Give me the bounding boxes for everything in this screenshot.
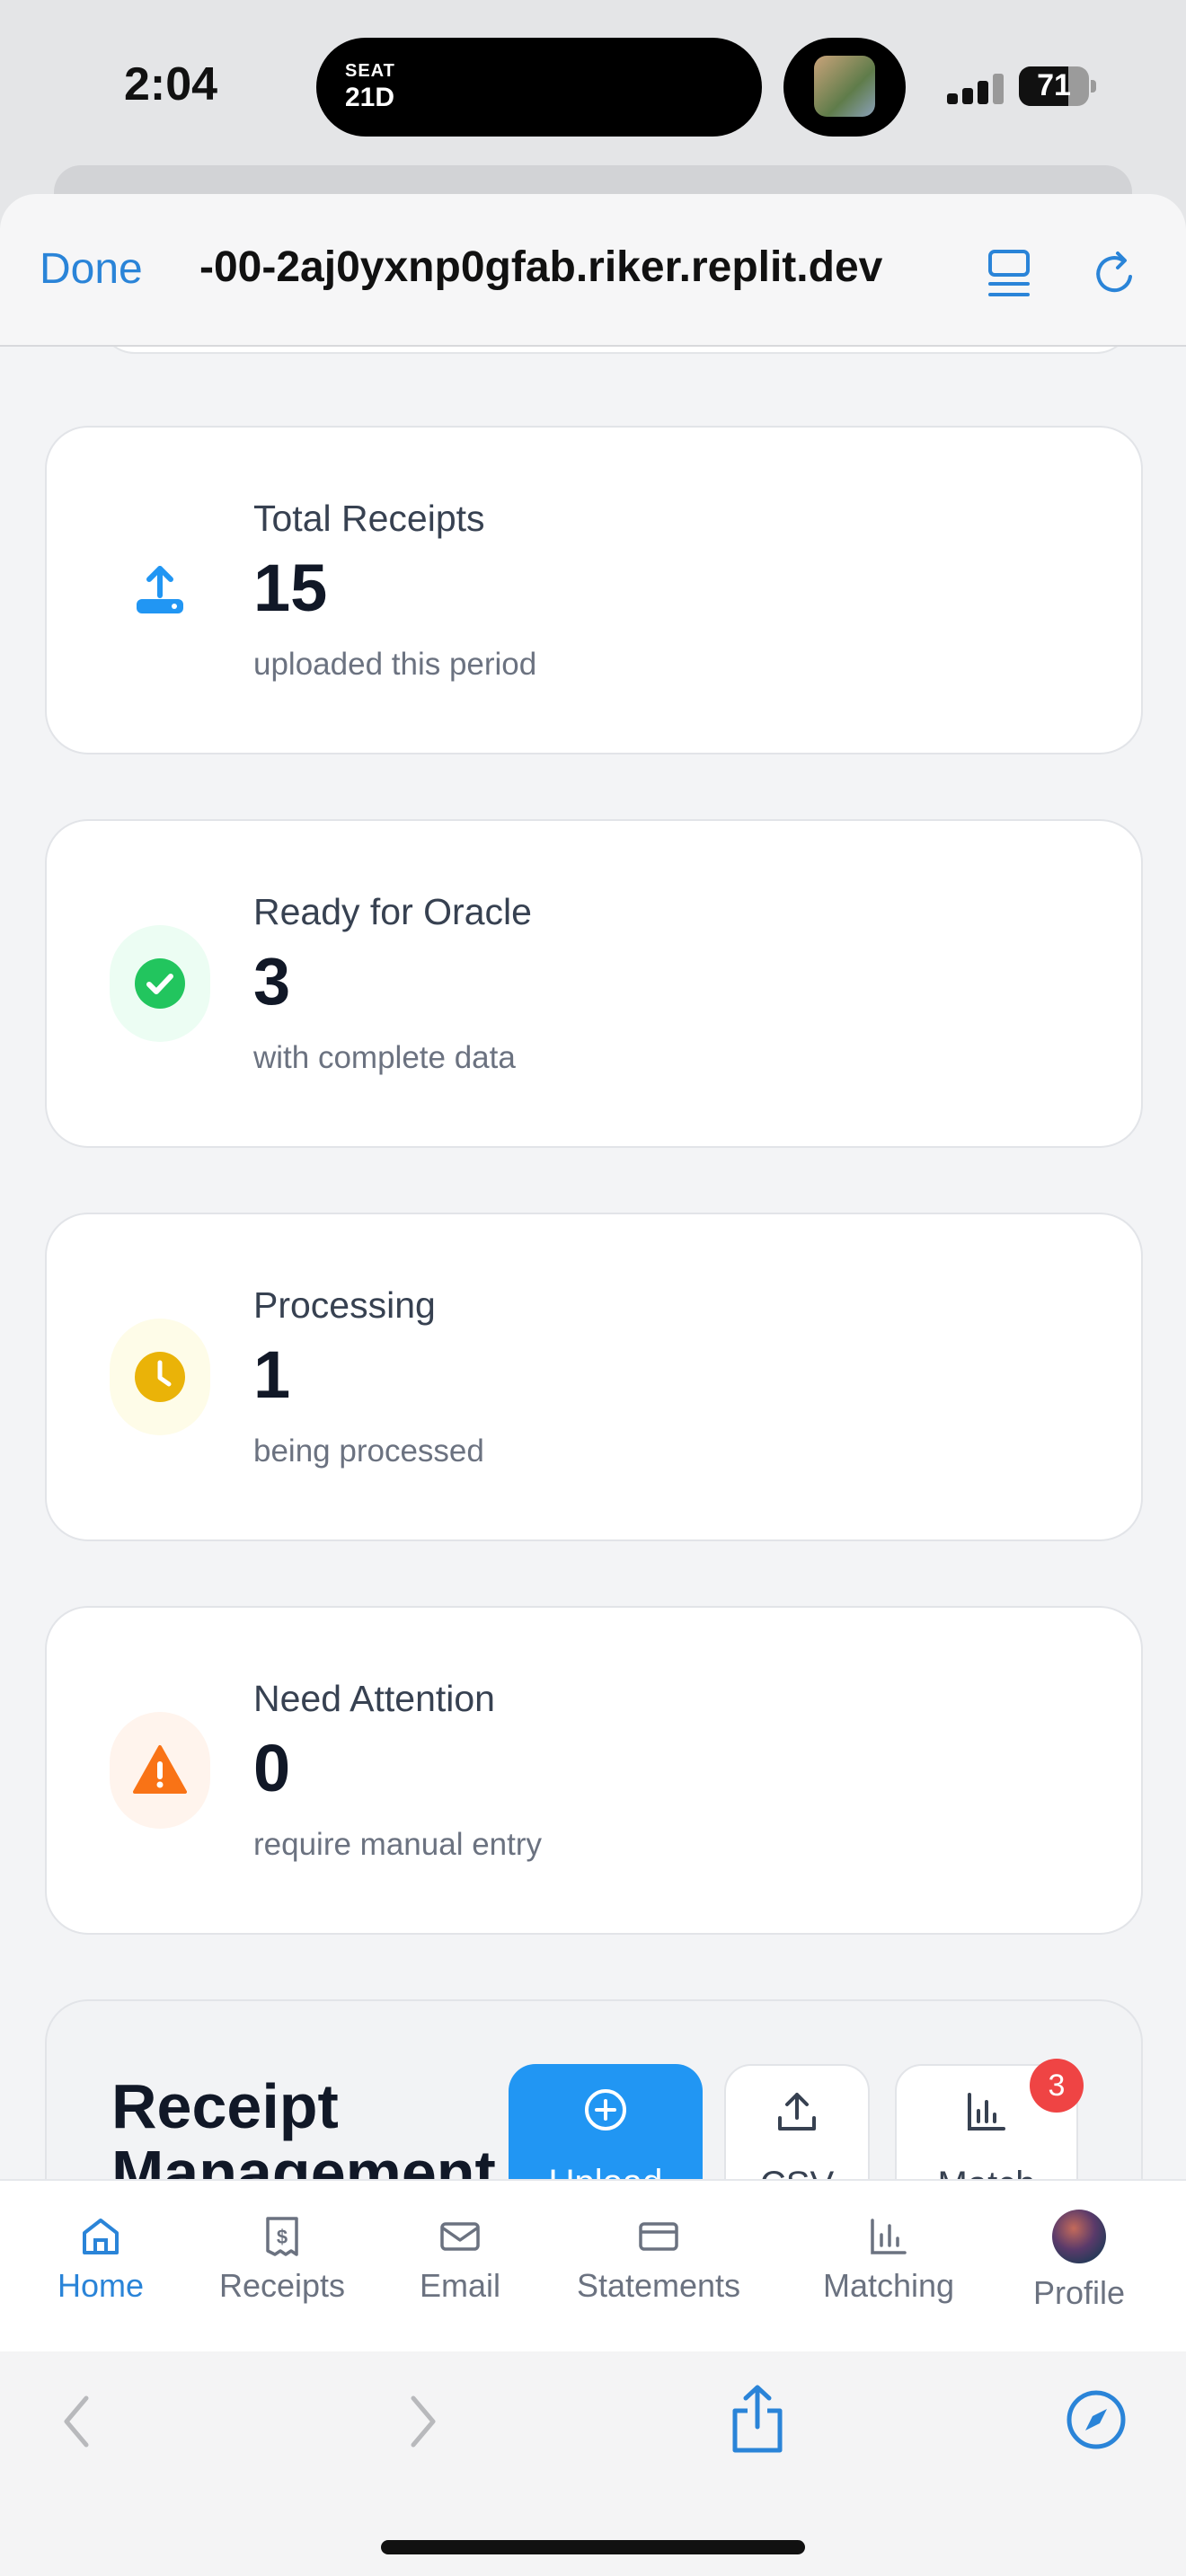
mail-icon bbox=[440, 2222, 480, 2251]
stat-subtitle: require manual entry bbox=[253, 1827, 542, 1862]
browser-header: Done -00-2aj0yxnp0gfab.riker.replit.dev bbox=[0, 194, 1186, 347]
stat-card-ready-for-oracle[interactable]: Ready for Oracle 3 with complete data bbox=[45, 819, 1143, 1148]
done-button[interactable]: Done bbox=[40, 244, 143, 294]
home-indicator[interactable] bbox=[381, 2540, 805, 2554]
stat-value: 15 bbox=[253, 551, 328, 625]
status-time: 2:04 bbox=[124, 58, 218, 110]
tab-email[interactable]: Email bbox=[406, 2215, 514, 2305]
tab-statements[interactable]: Statements bbox=[561, 2215, 757, 2305]
stat-value: 0 bbox=[253, 1731, 291, 1805]
tab-matching[interactable]: Matching bbox=[805, 2215, 972, 2305]
stat-subtitle: uploaded this period bbox=[253, 647, 537, 682]
tab-home[interactable]: Home bbox=[47, 2215, 155, 2305]
upload-button[interactable]: Upload bbox=[509, 2064, 703, 2179]
status-bar: 2:04 SEAT 21D 71 bbox=[0, 0, 1186, 180]
page-content[interactable]: Total Receipts 15 uploaded this period R… bbox=[0, 347, 1186, 2179]
stat-card-total-receipts[interactable]: Total Receipts 15 uploaded this period bbox=[45, 426, 1143, 754]
cellular-signal-icon bbox=[947, 74, 1005, 104]
home-icon bbox=[83, 2219, 119, 2254]
stat-card-processing[interactable]: Processing 1 being processed bbox=[45, 1213, 1143, 1541]
stat-value: 3 bbox=[253, 944, 291, 1019]
warning-icon-wrap bbox=[110, 1712, 210, 1829]
match-count-badge: 3 bbox=[1030, 2059, 1084, 2113]
upload-label: Upload bbox=[509, 2163, 703, 2179]
live-activity-seat: 21D bbox=[345, 83, 395, 112]
bar-chart-icon bbox=[968, 2093, 1005, 2130]
stat-subtitle: with complete data bbox=[253, 1040, 516, 1075]
previous-card-edge bbox=[99, 347, 1132, 354]
stat-value: 1 bbox=[253, 1337, 291, 1412]
check-circle-icon bbox=[135, 958, 185, 1009]
card-icon bbox=[639, 2222, 678, 2251]
tab-label: Matching bbox=[822, 2267, 955, 2304]
upload-icon-wrap bbox=[110, 532, 210, 648]
clock-icon bbox=[135, 1352, 185, 1402]
upload-arrow-icon bbox=[778, 2093, 816, 2130]
csv-button[interactable]: CSV bbox=[724, 2064, 870, 2179]
match-label: Match bbox=[897, 2165, 1076, 2179]
tab-label: Profile bbox=[1032, 2274, 1126, 2311]
csv-label: CSV bbox=[726, 2165, 868, 2179]
stat-title: Total Receipts bbox=[253, 498, 485, 539]
plus-circle-icon bbox=[585, 2089, 626, 2130]
tab-label: Email bbox=[419, 2267, 501, 2304]
thumbnail-image bbox=[814, 56, 875, 117]
section-heading: Receipt Management bbox=[111, 2071, 496, 2179]
tab-profile[interactable]: Profile bbox=[1021, 2210, 1137, 2312]
avatar bbox=[1052, 2210, 1106, 2263]
back-icon[interactable] bbox=[59, 2393, 95, 2450]
share-icon[interactable] bbox=[728, 2384, 787, 2456]
tab-receipts[interactable]: $ Receipts bbox=[208, 2215, 356, 2305]
tab-label: Statements bbox=[576, 2267, 741, 2304]
bottom-tab-bar: Home $ Receipts Email Statements Matchin… bbox=[0, 2179, 1186, 2351]
live-activity-thumbnail[interactable] bbox=[783, 38, 906, 137]
reader-mode-icon[interactable] bbox=[987, 248, 1031, 300]
receipt-icon: $ bbox=[266, 2217, 298, 2256]
check-icon-wrap bbox=[110, 925, 210, 1042]
warning-icon bbox=[133, 1745, 187, 1794]
stat-subtitle: being processed bbox=[253, 1434, 484, 1469]
stat-card-need-attention[interactable]: Need Attention 0 require manual entry bbox=[45, 1606, 1143, 1935]
chart-icon bbox=[871, 2219, 907, 2254]
compass-icon[interactable] bbox=[1064, 2387, 1128, 2452]
forward-icon[interactable] bbox=[404, 2393, 440, 2450]
stat-title: Processing bbox=[253, 1284, 436, 1326]
reload-icon[interactable] bbox=[1091, 248, 1141, 298]
stat-title: Need Attention bbox=[253, 1678, 495, 1719]
clock-icon-wrap bbox=[110, 1319, 210, 1435]
battery-level: 71 bbox=[1037, 68, 1071, 102]
stat-title: Ready for Oracle bbox=[253, 891, 532, 932]
receipt-management-section: Receipt Management Upload CSV Match bbox=[45, 1999, 1143, 2179]
tab-label: Home bbox=[57, 2267, 145, 2304]
battery-icon: 71 bbox=[1019, 66, 1089, 106]
upload-icon bbox=[137, 566, 183, 613]
battery-tip bbox=[1091, 80, 1096, 93]
url-field[interactable]: -00-2aj0yxnp0gfab.riker.replit.dev bbox=[199, 243, 936, 292]
live-activity-label: SEAT bbox=[345, 61, 395, 81]
tab-label: Receipts bbox=[218, 2267, 346, 2304]
svg-text:$: $ bbox=[277, 2226, 288, 2248]
